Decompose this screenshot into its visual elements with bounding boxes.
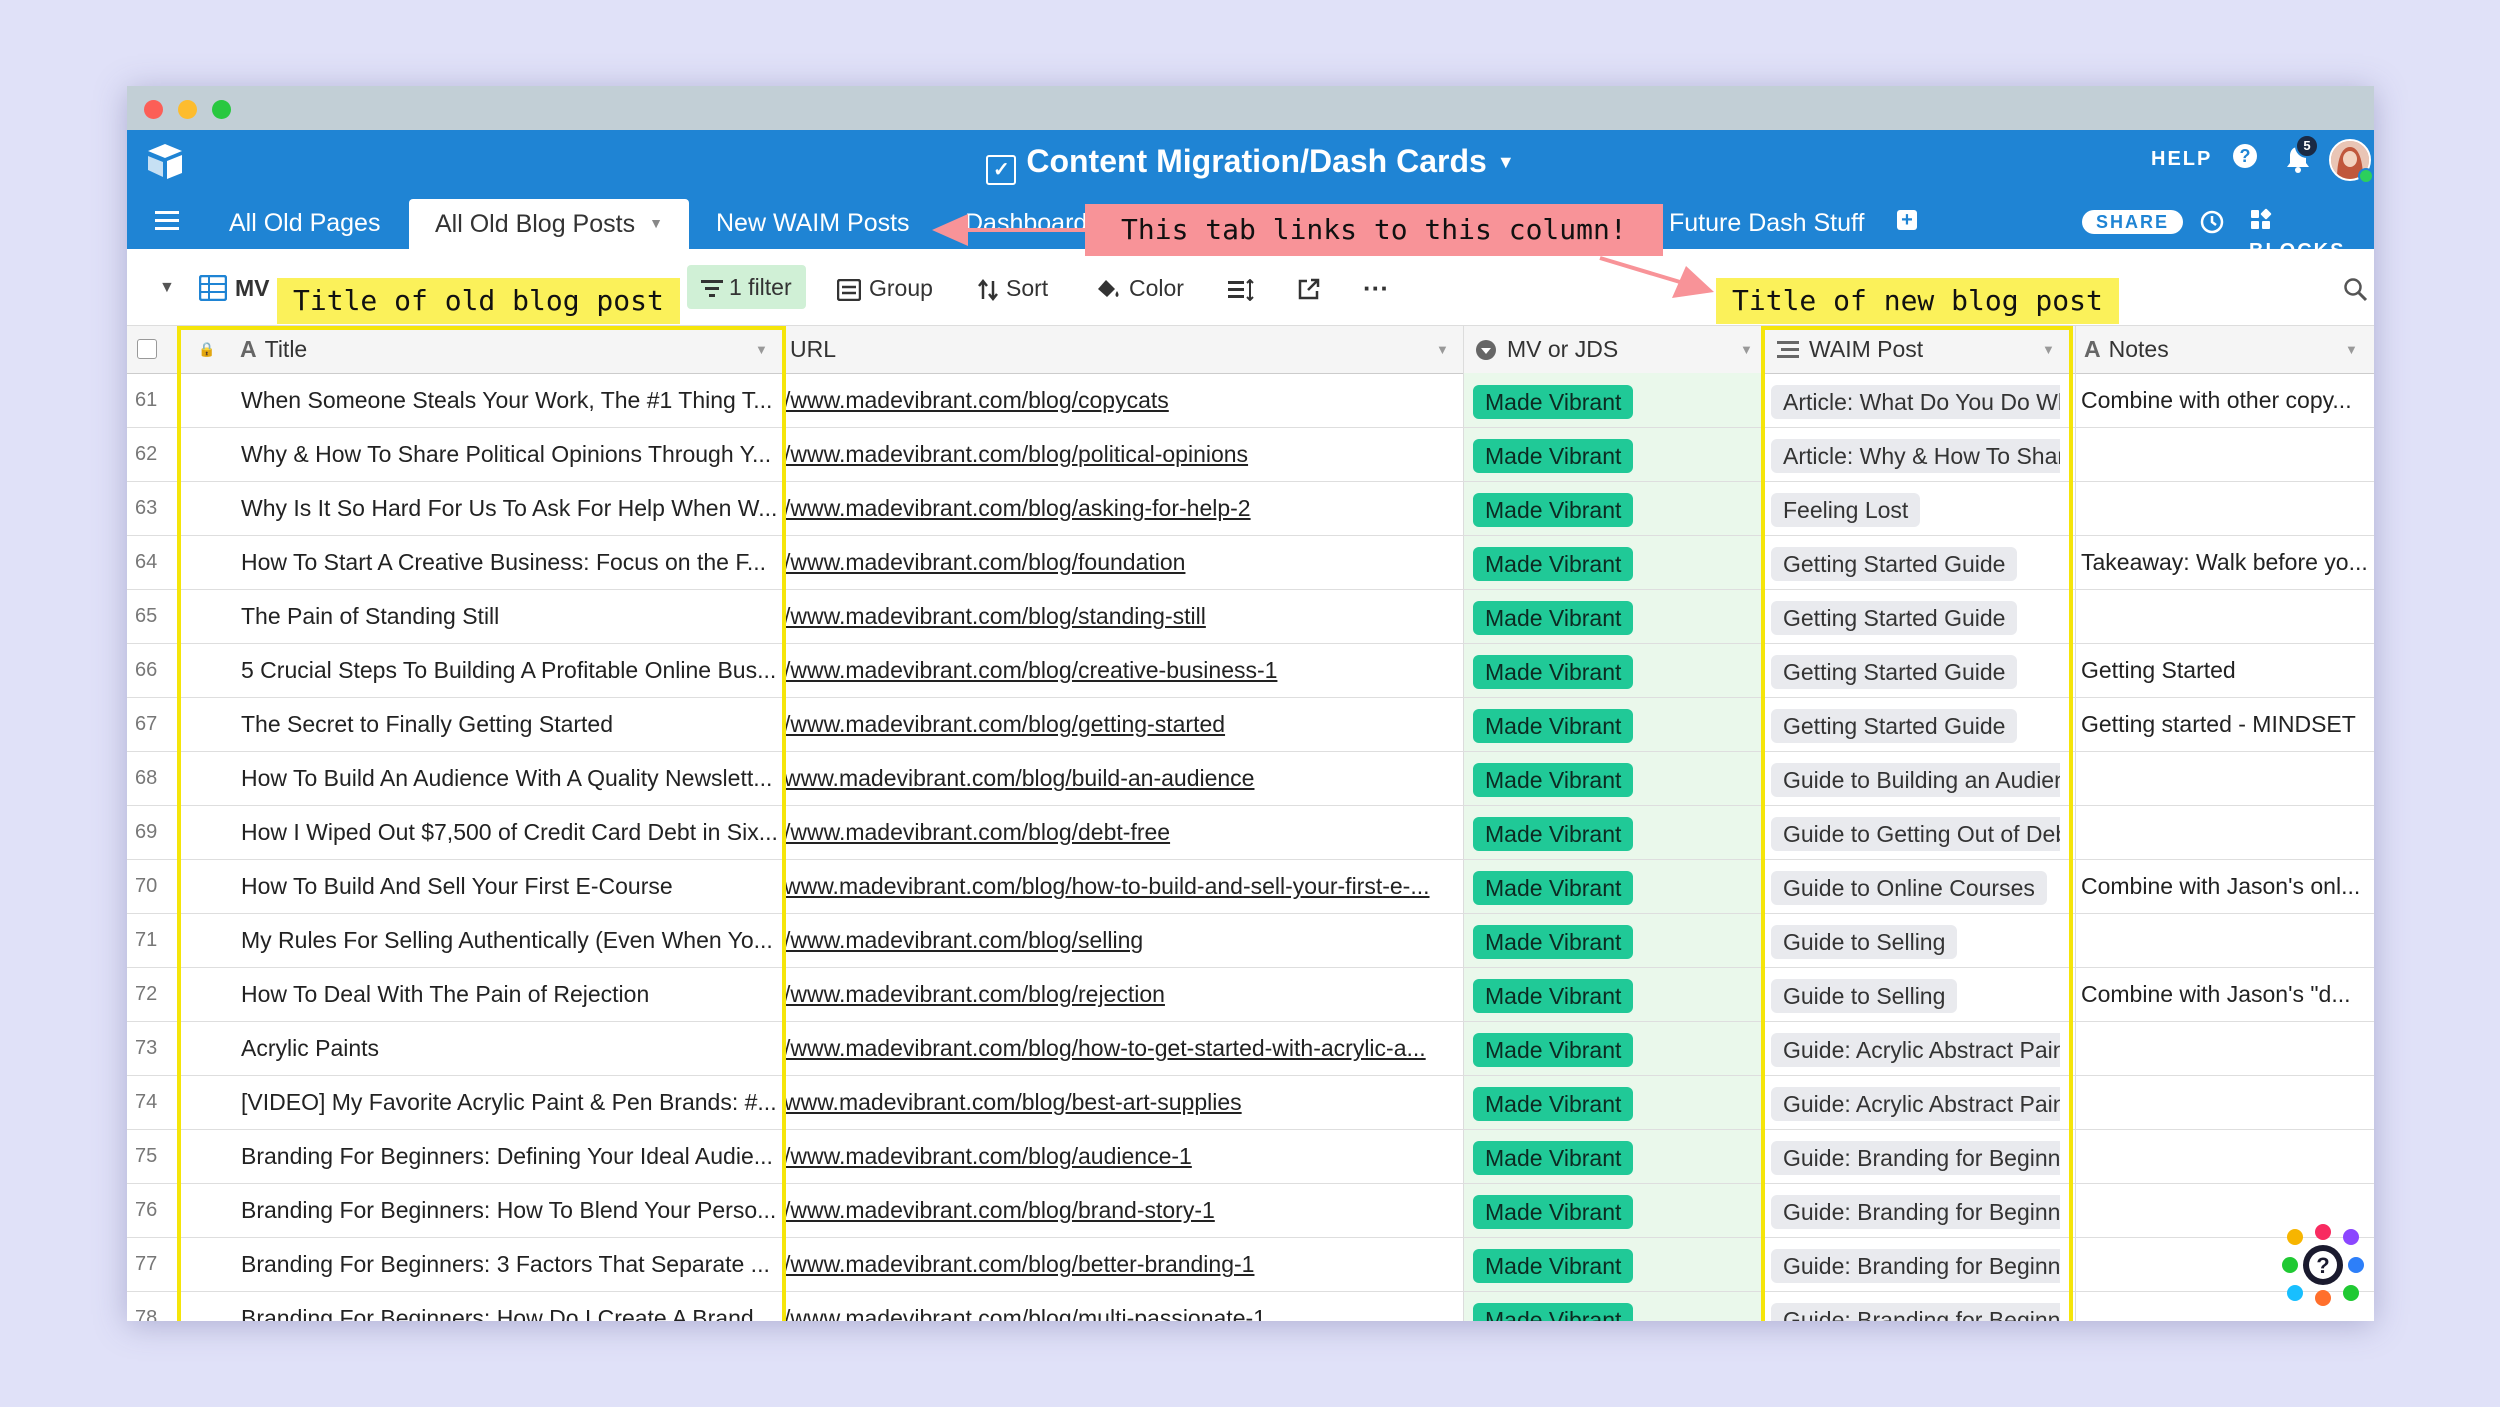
old-title-annotation: Title of old blog post <box>277 278 680 324</box>
new-title-annotation: Title of new blog post <box>1716 278 2119 324</box>
arrow-to-column <box>1599 256 1681 284</box>
annotation-arrows <box>932 214 1714 298</box>
arrow-head-left-icon <box>932 214 968 246</box>
